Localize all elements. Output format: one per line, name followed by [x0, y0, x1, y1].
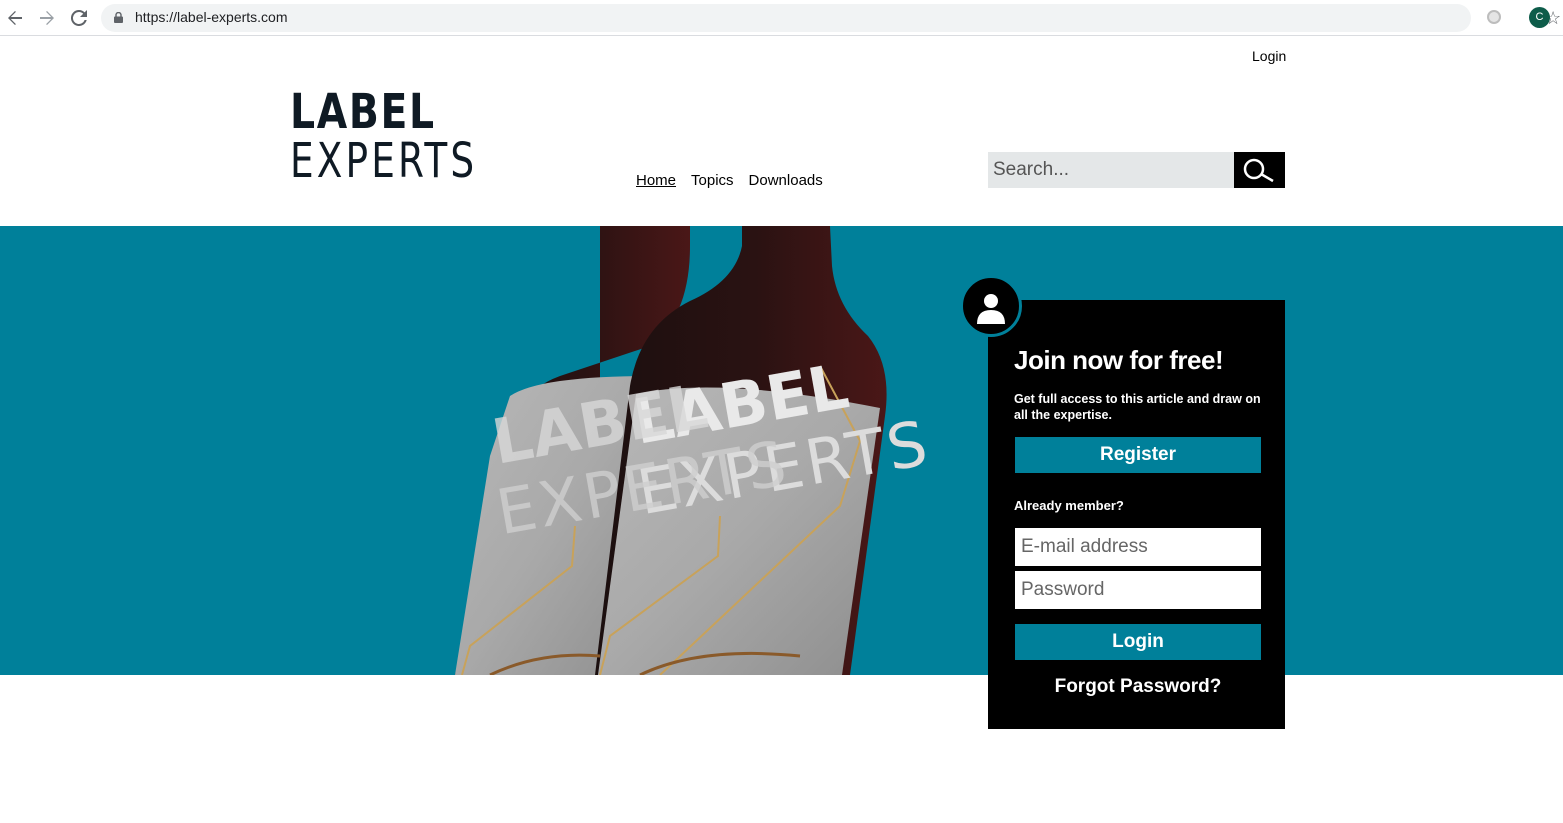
profile-avatar[interactable]: C	[1529, 7, 1550, 28]
nav-item-home[interactable]: Home	[636, 172, 676, 189]
extension-icon[interactable]	[1487, 10, 1501, 24]
search-icon	[1243, 158, 1274, 183]
user-avatar-badge	[960, 275, 1022, 337]
wine-bottles-image: LABEL EXPERTS LABEL EXPERTS	[455, 226, 935, 675]
logo-experts-text: EXPERTS	[290, 133, 478, 189]
panel-description: Get full access to this article and draw…	[1014, 392, 1261, 422]
url-text: https://label-experts.com	[135, 9, 288, 25]
search-input[interactable]	[988, 152, 1234, 188]
reload-icon[interactable]	[67, 6, 91, 30]
back-arrow-icon[interactable]	[3, 6, 27, 30]
address-bar[interactable]: https://label-experts.com ☆	[101, 4, 1561, 32]
site-logo[interactable]: LABEL EXPERTS	[290, 88, 530, 186]
logo-label-text: LABEL	[290, 84, 436, 140]
register-button[interactable]: Register	[1015, 437, 1261, 473]
login-button[interactable]: Login	[1015, 624, 1261, 660]
lock-icon	[114, 12, 123, 23]
already-member-label: Already member?	[1014, 498, 1124, 513]
main-nav: Home Topics Downloads	[636, 172, 823, 189]
nav-item-downloads[interactable]: Downloads	[749, 172, 823, 189]
hero-banner: LABEL EXPERTS LABEL EXPERTS	[0, 226, 1563, 675]
forward-arrow-icon[interactable]	[35, 6, 59, 30]
password-field[interactable]	[1015, 571, 1261, 609]
header-login-link[interactable]: Login	[1252, 48, 1286, 64]
browser-toolbar: https://label-experts.com ☆ C	[0, 0, 1563, 36]
email-field[interactable]	[1015, 528, 1261, 566]
search-button[interactable]	[1234, 152, 1285, 188]
user-icon	[977, 294, 1005, 324]
nav-item-topics[interactable]: Topics	[691, 172, 734, 189]
forgot-password-link[interactable]: Forgot Password?	[1015, 676, 1261, 698]
panel-title: Join now for free!	[1014, 345, 1224, 375]
